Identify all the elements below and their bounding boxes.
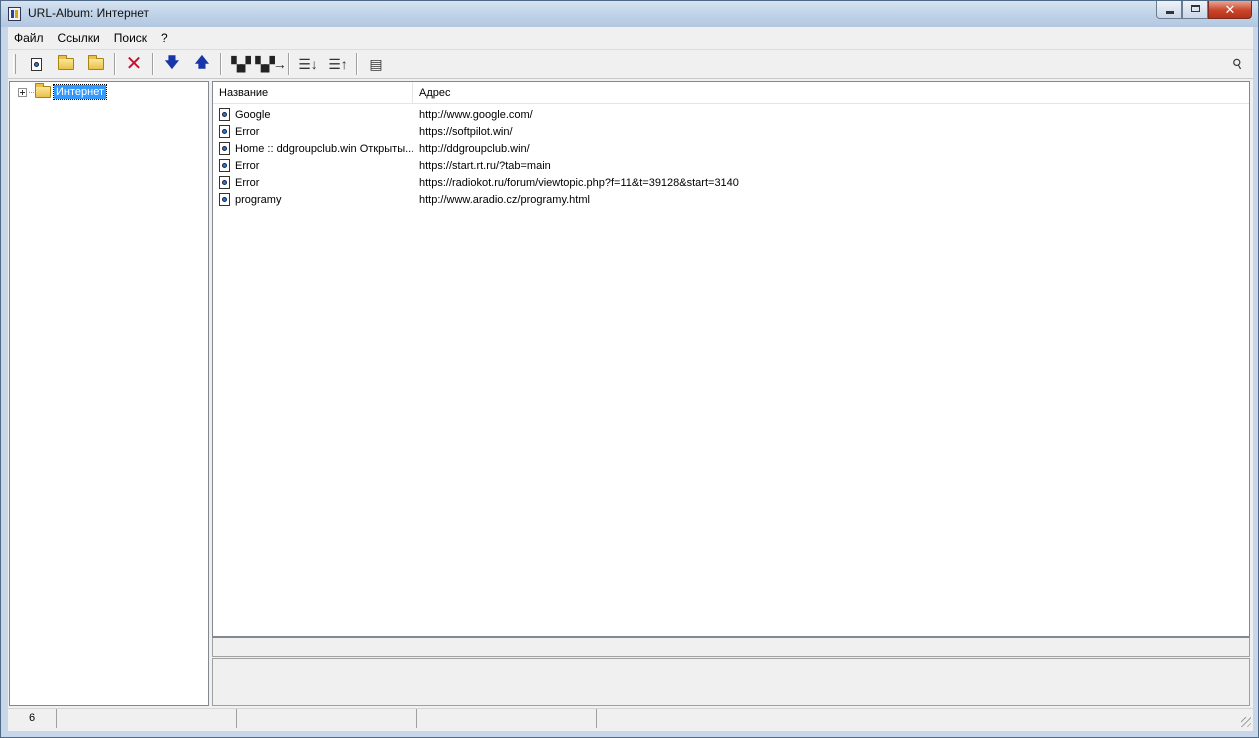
list-row[interactable]: Error https://softpilot.win/ (213, 123, 1249, 140)
new-folder-icon (88, 55, 104, 70)
maximize-icon (1191, 5, 1200, 12)
sort-up-icon: ☰↑ (328, 55, 348, 72)
caption-buttons: ✕ (1156, 1, 1252, 19)
link-icon (219, 108, 230, 121)
toolbar-separator (220, 53, 222, 75)
find-button[interactable]: ▚▞ (228, 53, 252, 75)
link-name: Home :: ddgroupclub.win Открыты... (235, 142, 413, 155)
tree-node-root[interactable]: Интернет (18, 83, 107, 100)
link-address: https://start.rt.ru/?tab=main (419, 159, 551, 172)
toolbar-separator (356, 53, 358, 75)
status-panel (597, 709, 1253, 728)
list-header: Название Адрес (213, 82, 1249, 104)
sort-up-button[interactable]: ☰↑ (326, 53, 350, 75)
menu-file[interactable]: Файл (8, 27, 51, 49)
menu-links[interactable]: Ссылки (51, 27, 107, 49)
close-icon: ✕ (1224, 2, 1236, 17)
sort-down-button[interactable]: ☰↓ (296, 53, 320, 75)
status-panel (417, 709, 597, 728)
client-area: Файл Ссылки Поиск ? ✕ 🡇 🡅 ▚▞ ▚▞→ ☰↓ ☰↑ ▤… (8, 27, 1253, 731)
open-folder-button[interactable] (54, 53, 78, 75)
app-window: URL-Album: Интернет ✕ Файл Ссылки Поиск … (0, 0, 1259, 738)
list-row[interactable]: Google http://www.google.com/ (213, 106, 1249, 123)
minimize-icon (1166, 11, 1174, 14)
open-folder-icon (58, 55, 74, 70)
list-row[interactable]: Error https://radiokot.ru/forum/viewtopi… (213, 174, 1249, 191)
find-icon: ▚▞ (231, 55, 250, 72)
menu-search[interactable]: Поиск (107, 27, 154, 49)
delete-icon: ✕ (125, 53, 143, 75)
link-name: Error (235, 125, 260, 138)
toolbar-separator (152, 53, 154, 75)
link-list[interactable]: Название Адрес Google http://www.google.… (212, 81, 1250, 637)
link-name: Google (235, 108, 271, 121)
sort-down-icon: ☰↓ (298, 55, 318, 72)
window-title: URL-Album: Интернет (28, 6, 150, 20)
toolbar-grip[interactable] (13, 54, 16, 74)
tree-connector (29, 91, 34, 93)
link-icon (219, 159, 230, 172)
status-count: 6 (8, 709, 57, 728)
column-header-address[interactable]: Адрес (413, 82, 1249, 103)
pin-icon: ⚲ (1229, 54, 1246, 73)
pin-button[interactable]: ⚲ (1226, 53, 1250, 75)
link-address: https://softpilot.win/ (419, 125, 513, 138)
new-folder-button[interactable] (84, 53, 108, 75)
status-bar: 6 (8, 708, 1253, 729)
status-panel (57, 709, 237, 728)
link-icon (219, 176, 230, 189)
list-row[interactable]: Error https://start.rt.ru/?tab=main (213, 157, 1249, 174)
link-icon (219, 193, 230, 206)
description-header (212, 637, 1250, 657)
list-row[interactable]: programy http://www.aradio.cz/programy.h… (213, 191, 1249, 208)
folder-icon (35, 83, 51, 98)
maximize-button[interactable] (1182, 1, 1208, 19)
move-up-icon: 🡅 (194, 54, 210, 70)
toolbar-separator (288, 53, 290, 75)
link-address: http://ddgroupclub.win/ (419, 142, 530, 155)
delete-button[interactable]: ✕ (122, 53, 146, 75)
column-header-name[interactable]: Название (213, 82, 413, 103)
toolbar: ✕ 🡇 🡅 ▚▞ ▚▞→ ☰↓ ☰↑ ▤ ⚲ (8, 50, 1253, 79)
new-link-button[interactable] (24, 53, 48, 75)
new-link-icon (30, 57, 42, 71)
resize-grip[interactable] (1241, 717, 1251, 727)
expand-plus-icon[interactable] (18, 87, 27, 97)
link-icon (219, 125, 230, 138)
move-down-icon: 🡇 (164, 54, 180, 70)
link-name: programy (235, 193, 282, 206)
title-bar[interactable]: URL-Album: Интернет ✕ (1, 1, 1258, 27)
find-next-button[interactable]: ▚▞→ (255, 53, 287, 75)
app-icon[interactable] (8, 7, 21, 21)
move-down-button[interactable]: 🡇 (160, 53, 184, 75)
menu-bar: Файл Ссылки Поиск ? (8, 27, 1253, 50)
menu-help[interactable]: ? (154, 27, 175, 49)
properties-button[interactable]: ▤ (364, 53, 388, 75)
move-up-button[interactable]: 🡅 (190, 53, 214, 75)
properties-icon: ▤ (369, 55, 383, 72)
list-row[interactable]: Home :: ddgroupclub.win Открыты... http:… (213, 140, 1249, 157)
find-next-icon: ▚▞→ (255, 55, 287, 72)
minimize-button[interactable] (1156, 1, 1182, 19)
link-name: Error (235, 176, 260, 189)
folder-tree[interactable]: Интернет (9, 81, 209, 706)
toolbar-separator (114, 53, 116, 75)
link-address: https://radiokot.ru/forum/viewtopic.php?… (419, 176, 739, 189)
link-name: Error (235, 159, 260, 172)
description-pane[interactable] (212, 658, 1250, 706)
link-icon (219, 142, 230, 155)
tree-node-label[interactable]: Интернет (53, 84, 107, 100)
status-panel (237, 709, 417, 728)
list-body: Google http://www.google.com/ Error http… (213, 106, 1249, 208)
close-button[interactable]: ✕ (1208, 1, 1252, 19)
link-address: http://www.google.com/ (419, 108, 533, 121)
link-address: http://www.aradio.cz/programy.html (419, 193, 590, 206)
